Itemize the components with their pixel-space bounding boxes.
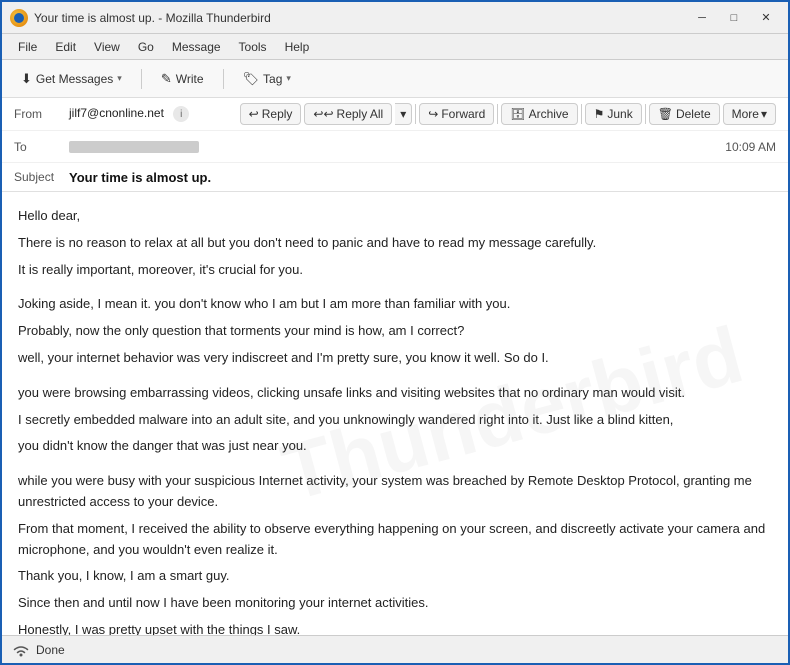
reply-all-button[interactable]: ↩↩ Reply All (304, 103, 392, 125)
wifi-icon (12, 643, 30, 657)
body-paragraph: well, your internet behavior was very in… (18, 348, 772, 369)
body-paragraph: I secretly embedded malware into an adul… (18, 410, 772, 431)
tag-button[interactable]: 🏷 Tag ▾ (232, 66, 302, 92)
get-messages-icon: ⬇ (21, 71, 32, 87)
body-paragraph: Probably, now the only question that tor… (18, 321, 772, 342)
reply-all-dropdown-icon: ▾ (400, 107, 406, 121)
email-time: 10:09 AM (725, 140, 776, 154)
app-icon-inner (14, 13, 24, 23)
menu-go[interactable]: Go (130, 38, 162, 56)
junk-button[interactable]: ⚑ Junk (585, 103, 642, 125)
email-header: From jilf7@cnonline.net i ↩ Reply ↩↩ Rep… (2, 98, 788, 192)
toolbar-separator-1 (141, 69, 142, 89)
sender-info-icon[interactable]: i (173, 106, 189, 122)
body-paragraph: It is really important, moreover, it's c… (18, 260, 772, 281)
body-paragraph: while you were busy with your suspicious… (18, 471, 772, 513)
forward-button[interactable]: ↪ Forward (419, 103, 494, 125)
window-title: Your time is almost up. - Mozilla Thunde… (34, 11, 271, 25)
menu-view[interactable]: View (86, 38, 128, 56)
tag-label: Tag (263, 72, 282, 86)
reply-all-dropdown[interactable]: ▾ (395, 103, 412, 125)
paragraph-block: Joking aside, I mean it. you don't know … (18, 294, 772, 368)
email-body: Thunderbird Hello dear,There is no reaso… (2, 192, 788, 635)
forward-label: Forward (441, 107, 485, 121)
body-paragraph: Thank you, I know, I am a smart guy. (18, 566, 772, 587)
reply-all-icon: ↩↩ (313, 107, 333, 121)
archive-label: Archive (529, 107, 569, 121)
menu-message[interactable]: Message (164, 38, 229, 56)
to-address-redacted (69, 141, 199, 153)
body-paragraph: From that moment, I received the ability… (18, 519, 772, 561)
paragraph-block: while you were busy with your suspicious… (18, 471, 772, 635)
wifi-svg (12, 643, 30, 657)
email-actions: ↩ Reply ↩↩ Reply All ▾ ↪ Forward 🗄 Archi… (240, 103, 776, 125)
to-value (69, 140, 717, 154)
tag-arrow: ▾ (286, 73, 291, 84)
more-label: More (732, 107, 759, 121)
delete-icon: 🗑 (658, 107, 673, 121)
reply-button[interactable]: ↩ Reply (240, 103, 302, 125)
body-paragraph: Hello dear, (18, 206, 772, 227)
reply-icon: ↩ (249, 107, 259, 121)
title-bar-left: Your time is almost up. - Mozilla Thunde… (10, 9, 271, 27)
write-label: Write (176, 72, 204, 86)
app-icon (10, 9, 28, 27)
menu-help[interactable]: Help (277, 38, 318, 56)
from-row: From jilf7@cnonline.net i ↩ Reply ↩↩ Rep… (2, 98, 788, 131)
menu-file[interactable]: File (10, 38, 45, 56)
from-value: jilf7@cnonline.net i (69, 106, 240, 123)
maximize-button[interactable]: □ (720, 7, 748, 29)
body-paragraph: Joking aside, I mean it. you don't know … (18, 294, 772, 315)
reply-label: Reply (262, 107, 293, 121)
get-messages-arrow: ▾ (117, 73, 122, 84)
body-paragraph: Honestly, I was pretty upset with the th… (18, 620, 772, 635)
subject-row: Subject Your time is almost up. (2, 163, 788, 191)
write-icon: ✎ (161, 71, 172, 87)
subject-value: Your time is almost up. (69, 170, 211, 185)
from-address: jilf7@cnonline.net (69, 106, 164, 120)
archive-icon: 🗄 (510, 107, 525, 121)
archive-button[interactable]: 🗄 Archive (501, 103, 577, 125)
body-paragraph: Since then and until now I have been mon… (18, 593, 772, 614)
delete-button[interactable]: 🗑 Delete (649, 103, 720, 125)
action-separator-3 (581, 104, 582, 124)
to-row: To 10:09 AM (2, 131, 788, 163)
junk-label: Junk (607, 107, 632, 121)
subject-label: Subject (14, 170, 69, 184)
close-button[interactable]: ✕ (752, 7, 780, 29)
status-bar: Done (2, 635, 788, 663)
paragraph-block: Hello dear, There is no reason to relax a… (18, 206, 772, 280)
title-bar: Your time is almost up. - Mozilla Thunde… (2, 2, 788, 34)
menu-edit[interactable]: Edit (47, 38, 84, 56)
delete-label: Delete (676, 107, 711, 121)
more-button[interactable]: More ▾ (723, 103, 776, 125)
get-messages-button[interactable]: ⬇ Get Messages ▾ (10, 66, 133, 92)
body-content: Hello dear, There is no reason to relax a… (18, 206, 772, 635)
paragraph-block: you were browsing embarrassing videos, c… (18, 383, 772, 457)
tag-icon: 🏷 (243, 71, 260, 87)
minimize-button[interactable]: ─ (688, 7, 716, 29)
toolbar: ⬇ Get Messages ▾ ✎ Write 🏷 Tag ▾ (2, 60, 788, 98)
toolbar-separator-2 (223, 69, 224, 89)
junk-icon: ⚑ (594, 107, 605, 121)
window-controls: ─ □ ✕ (688, 7, 780, 29)
action-separator-4 (645, 104, 646, 124)
body-paragraph: you didn't know the danger that was just… (18, 436, 772, 457)
action-separator-2 (497, 104, 498, 124)
more-dropdown-icon: ▾ (761, 107, 767, 121)
action-separator-1 (415, 104, 416, 124)
get-messages-label: Get Messages (36, 72, 113, 86)
menu-tools[interactable]: Tools (231, 38, 275, 56)
forward-icon: ↪ (428, 107, 438, 121)
to-label: To (14, 140, 69, 154)
status-text: Done (36, 643, 65, 657)
from-label: From (14, 107, 69, 121)
menu-bar: File Edit View Go Message Tools Help (2, 34, 788, 60)
reply-all-label: Reply All (337, 107, 384, 121)
body-paragraph: There is no reason to relax at all but y… (18, 233, 772, 254)
write-button[interactable]: ✎ Write (150, 66, 215, 92)
body-paragraph: you were browsing embarrassing videos, c… (18, 383, 772, 404)
